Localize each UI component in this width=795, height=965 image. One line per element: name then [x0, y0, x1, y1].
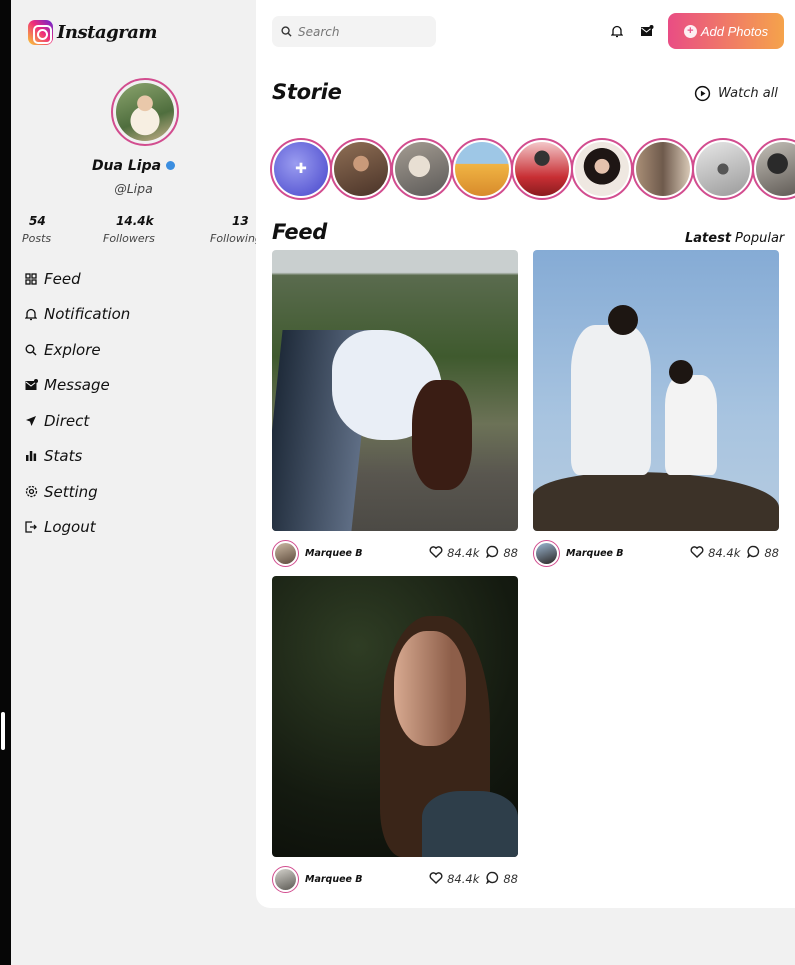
- envelope-icon[interactable]: [639, 23, 655, 39]
- search-icon: [24, 343, 38, 357]
- story-item[interactable]: [511, 138, 573, 200]
- nav-item-direct[interactable]: Direct: [24, 403, 130, 439]
- nav-item-setting[interactable]: Setting: [24, 474, 130, 510]
- post-author[interactable]: Marquee B: [305, 874, 363, 885]
- author-avatar[interactable]: [533, 539, 560, 567]
- likes-count: 84.4k: [708, 546, 741, 560]
- resize-handle[interactable]: [1, 712, 5, 750]
- story-item[interactable]: [451, 138, 513, 200]
- story-add[interactable]: ✚: [270, 138, 332, 200]
- envelope-icon: [24, 378, 38, 392]
- profile-handle: @Lipa: [114, 181, 153, 196]
- logout-icon: [24, 520, 38, 534]
- post-image[interactable]: [272, 576, 518, 857]
- comment-icon[interactable]: [486, 545, 499, 561]
- search-box[interactable]: [272, 16, 436, 47]
- nav-item-message[interactable]: Message: [24, 368, 130, 404]
- sidebar-nav: Feed Notification Explore Message Direct…: [24, 261, 130, 545]
- story-item[interactable]: [391, 138, 453, 200]
- window-edge: [0, 0, 11, 965]
- nav-item-notification[interactable]: Notification: [24, 297, 130, 333]
- grid-icon: [24, 272, 38, 286]
- story-item[interactable]: [632, 138, 694, 200]
- nav-item-logout[interactable]: Logout: [24, 510, 130, 546]
- profile-stats: 54 Posts 14.4k Followers 13 Following: [11, 214, 256, 254]
- feed-post[interactable]: Marquee B 84.4k 88: [533, 250, 779, 569]
- heart-icon[interactable]: [429, 545, 443, 561]
- story-item[interactable]: [330, 138, 392, 200]
- comment-icon[interactable]: [747, 545, 760, 561]
- stat-following[interactable]: 13 Following: [210, 214, 256, 245]
- post-image[interactable]: [272, 250, 518, 531]
- tab-latest[interactable]: Latest: [685, 231, 731, 246]
- feed-post[interactable]: Marquee B 84.4k 88: [272, 250, 518, 569]
- instagram-logo-icon: [28, 20, 53, 45]
- stat-posts[interactable]: 54 Posts: [22, 214, 51, 245]
- watch-all-link[interactable]: Watch all: [694, 85, 778, 102]
- plus-icon: ✚: [295, 161, 307, 177]
- likes-count: 84.4k: [447, 546, 480, 560]
- bell-icon: [24, 307, 38, 321]
- bar-chart-icon: [24, 449, 38, 463]
- gear-icon: [24, 485, 38, 499]
- feed-title: Feed: [272, 220, 328, 244]
- profile-name: Dua Lipa: [11, 158, 256, 174]
- feed-post[interactable]: Marquee B 84.4k 88: [272, 576, 518, 895]
- post-author[interactable]: Marquee B: [305, 548, 363, 559]
- post-author[interactable]: Marquee B: [566, 548, 624, 559]
- nav-item-stats[interactable]: Stats: [24, 439, 130, 475]
- brand[interactable]: Instagram: [28, 20, 157, 45]
- bell-icon[interactable]: [609, 23, 625, 39]
- comments-count: 88: [503, 872, 518, 886]
- play-circle-icon: [694, 85, 711, 102]
- stories-title: Storie: [272, 80, 342, 104]
- heart-icon[interactable]: [690, 545, 704, 561]
- verified-badge-icon: [166, 160, 176, 170]
- sidebar: Instagram Dua Lipa @Lipa 54 Posts 14.4k …: [11, 0, 256, 965]
- tab-popular[interactable]: Popular: [735, 231, 784, 246]
- author-avatar[interactable]: [272, 539, 299, 567]
- main-panel: + Add Photos Storie Watch all ✚ Feed Lat…: [256, 0, 795, 908]
- comments-count: 88: [503, 546, 518, 560]
- search-input[interactable]: [298, 24, 418, 39]
- story-item[interactable]: [692, 138, 754, 200]
- send-icon: [24, 414, 38, 428]
- stat-followers[interactable]: 14.4k Followers: [103, 214, 155, 245]
- add-photos-button[interactable]: + Add Photos: [668, 13, 784, 49]
- story-item[interactable]: [752, 138, 795, 200]
- nav-item-explore[interactable]: Explore: [24, 332, 130, 368]
- post-image[interactable]: [533, 250, 779, 531]
- profile-avatar[interactable]: [111, 78, 179, 146]
- author-avatar[interactable]: [272, 865, 299, 893]
- stories-row: ✚: [270, 138, 795, 202]
- likes-count: 84.4k: [447, 872, 480, 886]
- heart-icon[interactable]: [429, 871, 443, 887]
- brand-name: Instagram: [57, 22, 157, 43]
- nav-item-feed[interactable]: Feed: [24, 261, 130, 297]
- story-item[interactable]: [571, 138, 633, 200]
- comment-icon[interactable]: [486, 871, 499, 887]
- plus-icon: +: [683, 24, 697, 38]
- feed-tabs: Latest Popular: [685, 231, 784, 246]
- search-icon: [281, 22, 292, 41]
- comments-count: 88: [764, 546, 779, 560]
